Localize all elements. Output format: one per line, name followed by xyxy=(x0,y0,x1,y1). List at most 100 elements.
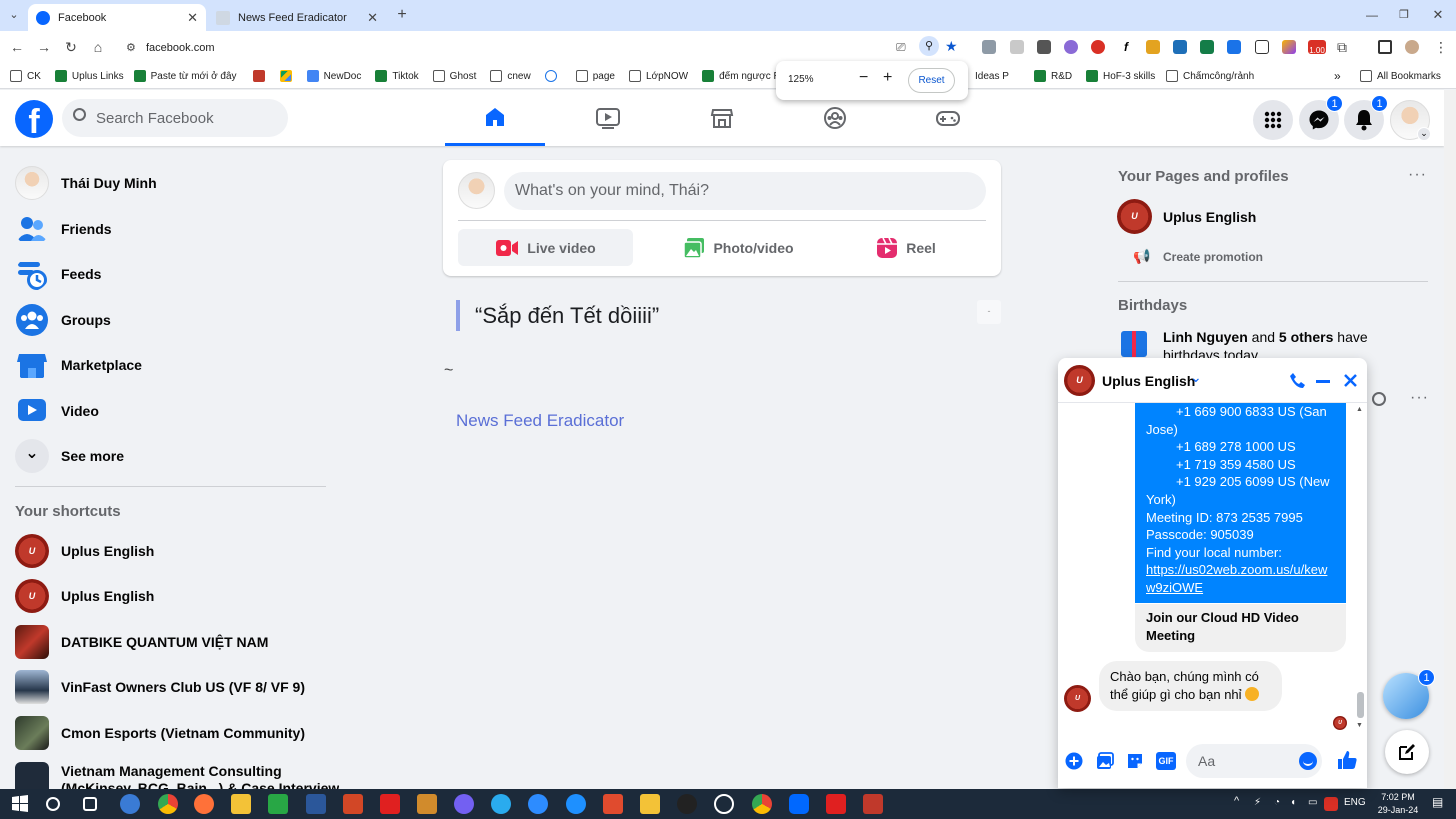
extension-icon[interactable] xyxy=(1010,40,1024,54)
quote-info-button[interactable]: - xyxy=(977,300,1001,324)
task-view-icon[interactable] xyxy=(83,797,97,811)
contacts-search-icon[interactable] xyxy=(1372,392,1386,406)
scroll-up-icon[interactable]: ▲ xyxy=(1356,406,1363,413)
create-promotion-link[interactable]: Create promotion xyxy=(1163,250,1263,264)
bookmark-tiktok[interactable]: Tiktok xyxy=(375,70,419,82)
extension-icon[interactable] xyxy=(1064,40,1078,54)
reel-button[interactable]: Reel xyxy=(826,229,986,266)
chrome-icon[interactable] xyxy=(158,794,178,814)
birthday-others[interactable]: 5 others xyxy=(1279,329,1333,345)
chat-scrollbar[interactable]: ▲ ▼ xyxy=(1356,403,1364,733)
bookmark-hof[interactable]: HoF-3 skills xyxy=(1086,70,1155,82)
extension-icon[interactable] xyxy=(1037,40,1051,54)
bookmark-rd[interactable]: R&D xyxy=(1034,70,1072,82)
birthday-name[interactable]: Linh Nguyen xyxy=(1163,329,1248,345)
site-info-icon[interactable]: ⚙ xyxy=(126,41,136,54)
thumbs-up-icon[interactable] xyxy=(1336,749,1358,771)
bookmark-uplus-links[interactable]: Uplus Links xyxy=(54,70,124,82)
chevron-down-icon[interactable]: ⌄ xyxy=(1190,369,1202,386)
word-icon[interactable] xyxy=(306,794,326,814)
extension-icon[interactable] xyxy=(1146,40,1160,54)
bookmark-ck[interactable]: CK xyxy=(10,70,41,82)
more-bookmarks-icon[interactable]: » xyxy=(1334,69,1341,83)
restore-window-icon[interactable]: ❐ xyxy=(1396,7,1412,23)
app-icon[interactable] xyxy=(826,794,846,814)
app-icon[interactable] xyxy=(863,794,883,814)
app-icon[interactable] xyxy=(603,794,623,814)
extension-badge-icon[interactable]: 1.00 xyxy=(1308,40,1326,55)
home-icon[interactable]: ⌂ xyxy=(90,39,106,55)
gif-button[interactable]: GIF xyxy=(1156,752,1176,770)
extension-icon[interactable] xyxy=(1255,40,1269,54)
tray-app-icon[interactable] xyxy=(1324,797,1338,811)
tab-news-feed-eradicator[interactable]: News Feed Eradicator ✕ xyxy=(208,4,386,31)
extension-icon[interactable] xyxy=(1227,40,1241,54)
phone-icon[interactable] xyxy=(1289,372,1306,389)
new-tab-icon[interactable]: + xyxy=(394,7,410,23)
zoom-app-icon[interactable] xyxy=(528,794,548,814)
zalo-icon[interactable] xyxy=(789,794,809,814)
adblock-icon[interactable] xyxy=(1091,40,1105,54)
chrome-icon[interactable] xyxy=(752,794,772,814)
bookmark-page[interactable]: page xyxy=(575,70,615,82)
windows-start-icon[interactable] xyxy=(10,794,30,814)
sidebar-item-friends[interactable]: Friends xyxy=(15,207,112,251)
bookmark-drive[interactable] xyxy=(279,70,297,82)
pages-options-icon[interactable]: ··· xyxy=(1408,166,1427,184)
extension-icon[interactable] xyxy=(1200,40,1214,54)
close-tab-icon[interactable]: ✕ xyxy=(187,10,198,26)
powerpoint-icon[interactable] xyxy=(343,794,363,814)
extension-shield-icon[interactable] xyxy=(982,40,996,54)
install-app-icon[interactable]: ⎚ xyxy=(896,40,906,55)
extension-icon[interactable] xyxy=(1282,40,1296,54)
bookmark-cnew[interactable]: cnew xyxy=(490,70,531,82)
input-language[interactable]: ENG xyxy=(1344,797,1366,808)
photo-video-button[interactable]: Photo/video xyxy=(651,229,826,266)
see-more-button[interactable]: ⌄ See more xyxy=(15,434,124,478)
shortcut-item[interactable]: Cmon Esports (Vietnam Community) xyxy=(15,711,305,755)
gallery-icon[interactable] xyxy=(1096,752,1114,770)
tab-search-chevron-icon[interactable]: ⌄ xyxy=(6,7,22,23)
whats-on-your-mind-input[interactable]: What's on your mind, Thái? xyxy=(504,172,986,210)
emoji-icon[interactable] xyxy=(1299,752,1317,770)
notifications-button[interactable]: 1 xyxy=(1344,95,1388,140)
minimize-chat-icon[interactable] xyxy=(1316,380,1330,383)
network-icon[interactable]: ◔ xyxy=(1274,797,1280,808)
tray-chevron-icon[interactable]: ^ xyxy=(1234,795,1239,807)
shortcut-item[interactable]: U Uplus English xyxy=(15,574,154,618)
zoom-out-button[interactable]: − xyxy=(859,69,868,87)
address-bar[interactable]: ⚙ facebook.com ⎚ ⚲ ★ xyxy=(117,35,967,60)
menu-kebab-icon[interactable]: ⋮ xyxy=(1434,40,1448,54)
sidebar-item-groups[interactable]: Groups xyxy=(15,298,111,342)
bookmark-ghost[interactable]: Ghost xyxy=(432,70,476,82)
sidebar-item-feeds[interactable]: Feeds xyxy=(15,252,101,296)
shortcut-item[interactable]: U Uplus English xyxy=(15,529,154,573)
firefox-icon[interactable] xyxy=(194,794,214,814)
page-name[interactable]: Uplus English xyxy=(1163,209,1256,225)
page-scrollbar[interactable] xyxy=(1444,90,1456,789)
forward-icon[interactable]: → xyxy=(36,39,52,55)
news-feed-eradicator-link[interactable]: News Feed Eradicator xyxy=(456,411,624,431)
app-icon[interactable] xyxy=(268,794,288,814)
close-window-icon[interactable]: ✕ xyxy=(1430,7,1446,23)
link-preview-card[interactable]: Join our Cloud HD Video Meeting xyxy=(1135,604,1346,652)
notifications-center-icon[interactable]: ▤ xyxy=(1432,795,1443,809)
app-icon[interactable] xyxy=(417,794,437,814)
scroll-down-icon[interactable]: ▼ xyxy=(1356,722,1363,729)
reload-icon[interactable]: ↻ xyxy=(63,39,79,55)
zoom-link[interactable]: https://us02web.zoom.us/u/kew w9ziOWE xyxy=(1146,561,1335,596)
side-panel-icon[interactable] xyxy=(1378,40,1392,54)
scroll-thumb[interactable] xyxy=(1357,692,1364,718)
formula-extension-icon[interactable]: f xyxy=(1119,40,1133,54)
tray-icon[interactable]: ▭ xyxy=(1308,797,1317,808)
close-tab-icon[interactable]: ✕ xyxy=(367,10,378,26)
bookmark-ideas[interactable]: Ideas P xyxy=(975,71,1009,82)
zoom-reset-button[interactable]: Reset xyxy=(908,68,955,93)
viber-icon[interactable] xyxy=(454,794,474,814)
chat-head-bubble[interactable]: 1 xyxy=(1383,669,1435,719)
bookmark-circle[interactable] xyxy=(544,70,562,82)
shortcut-item[interactable]: Vietnam Management Consulting (McKinsey,… xyxy=(15,756,339,789)
extensions-puzzle-icon[interactable]: ⧉ xyxy=(1337,40,1351,54)
minimize-window-icon[interactable]: — xyxy=(1364,7,1380,23)
close-icon[interactable] xyxy=(1343,373,1358,388)
